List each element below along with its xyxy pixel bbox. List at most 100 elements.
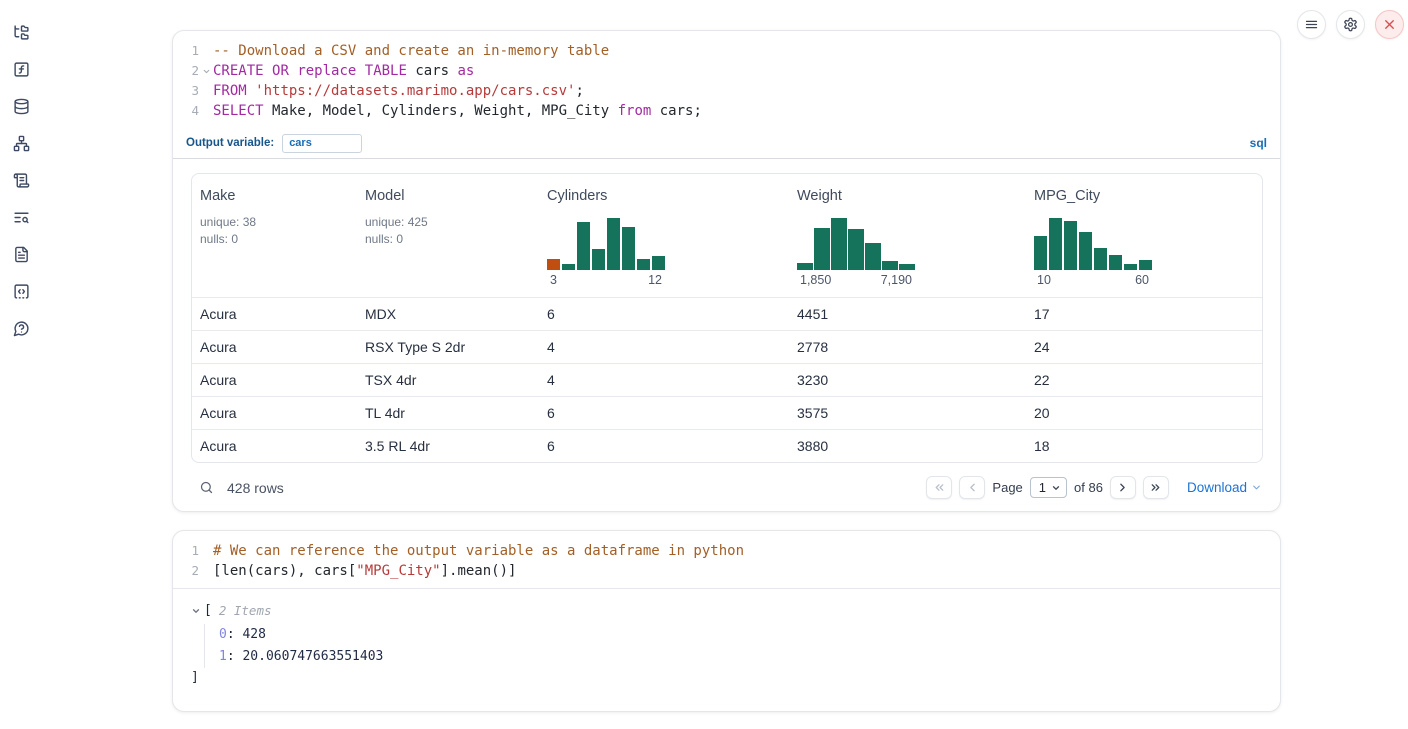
chevron-right-icon: [1116, 481, 1129, 494]
open-bracket: [: [204, 602, 212, 620]
histogram-bar: [607, 218, 620, 270]
python-code-editor[interactable]: 1# We can reference the output variable …: [173, 531, 1280, 588]
search-outline-icon[interactable]: [12, 208, 30, 226]
code-text: SELECT Make, Model, Cylinders, Weight, M…: [213, 101, 702, 121]
tree-entry-value: 428: [242, 627, 265, 642]
page-label: Page: [992, 480, 1022, 495]
column-histogram: 1,8507,190: [797, 218, 915, 287]
table-cell: 4: [539, 364, 789, 396]
table-row[interactable]: AcuraTL 4dr6357520: [192, 396, 1262, 429]
code-line[interactable]: 1-- Download a CSV and create an in-memo…: [173, 41, 1280, 61]
column-header-make[interactable]: Make unique: 38nulls: 0: [192, 174, 357, 297]
histogram-bar: [1064, 221, 1077, 270]
histogram-bar: [882, 261, 898, 270]
code-line[interactable]: 1# We can reference the output variable …: [173, 541, 1280, 561]
histogram-bar: [652, 256, 665, 270]
column-header-weight[interactable]: Weight1,8507,190: [789, 174, 1026, 297]
page-select-value: 1: [1039, 480, 1046, 495]
output-variable-input[interactable]: [282, 134, 362, 153]
table-cell: 6: [539, 430, 789, 462]
table-row[interactable]: Acura3.5 RL 4dr6388018: [192, 429, 1262, 462]
code-line[interactable]: 2[len(cars), cars["MPG_City"].mean()]: [173, 561, 1280, 581]
table-cell: 4: [539, 331, 789, 363]
table-header: Make unique: 38nulls: 0Modelunique: 425nu…: [192, 174, 1262, 297]
tree-entry: 1: 20.060747663551403: [219, 646, 1280, 668]
table-cell: 17: [1026, 298, 1262, 330]
table-cell: Acura: [192, 298, 357, 330]
topbar-actions: [1297, 10, 1404, 39]
column-header-cylinders[interactable]: Cylinders312: [539, 174, 789, 297]
first-page-button[interactable]: [926, 476, 952, 499]
help-icon[interactable]: [12, 319, 30, 337]
histogram-bar: [1034, 236, 1047, 270]
file-explorer-icon[interactable]: [12, 23, 30, 41]
documentation-icon[interactable]: [12, 245, 30, 263]
code-line[interactable]: 4SELECT Make, Model, Cylinders, Weight, …: [173, 101, 1280, 121]
last-page-button[interactable]: [1143, 476, 1169, 499]
page-select[interactable]: 1: [1030, 477, 1067, 498]
table-cell: 6: [539, 397, 789, 429]
next-page-button[interactable]: [1110, 476, 1136, 499]
language-badge: sql: [1250, 136, 1267, 150]
sql-cell: 1-- Download a CSV and create an in-memo…: [172, 30, 1281, 512]
table-footer: 428 rows Page 1 of 86 Download: [173, 463, 1280, 499]
table-cell: Acura: [192, 364, 357, 396]
histogram-axis-labels: 312: [547, 273, 665, 287]
logs-icon[interactable]: [12, 171, 30, 189]
histogram-bar: [577, 222, 590, 270]
row-count: 428 rows: [227, 480, 284, 496]
table-cell: 18: [1026, 430, 1262, 462]
fold-spacer: [199, 561, 213, 581]
search-icon[interactable]: [199, 480, 214, 495]
histogram-bar: [547, 259, 560, 270]
download-button[interactable]: Download: [1187, 480, 1262, 495]
column-header-mpg_city[interactable]: MPG_City1060: [1026, 174, 1262, 297]
column-title: Make: [200, 188, 349, 204]
table-cell: Acura: [192, 397, 357, 429]
close-icon: [1382, 17, 1397, 32]
histogram-bar: [1109, 255, 1122, 270]
table-cell: TL 4dr: [357, 397, 539, 429]
settings-button[interactable]: [1336, 10, 1365, 39]
collapse-chevron-icon[interactable]: [191, 606, 201, 616]
fold-spacer: [199, 541, 213, 561]
chevron-left-icon: [966, 481, 979, 494]
functions-icon[interactable]: [12, 60, 30, 78]
line-number: 3: [173, 81, 199, 101]
line-number: 1: [173, 41, 199, 61]
histogram-bar: [814, 228, 830, 270]
pagination: Page 1 of 86 Download: [926, 476, 1262, 499]
histogram-bar: [899, 264, 915, 270]
datasources-icon[interactable]: [12, 97, 30, 115]
page-total: of 86: [1074, 480, 1103, 495]
code-line[interactable]: 3FROM 'https://datasets.marimo.app/cars.…: [173, 81, 1280, 101]
histogram-bar: [831, 218, 847, 270]
table-cell: 3230: [789, 364, 1026, 396]
histogram-bar: [1049, 218, 1062, 270]
column-header-model[interactable]: Modelunique: 425nulls: 0: [357, 174, 539, 297]
tree-entry-index: 1: [219, 649, 227, 664]
table-row[interactable]: AcuraMDX6445117: [192, 297, 1262, 330]
table-row[interactable]: AcuraTSX 4dr4323022: [192, 363, 1262, 396]
table-cell: RSX Type S 2dr: [357, 331, 539, 363]
gear-icon: [1343, 17, 1358, 32]
sql-code-editor[interactable]: 1-- Download a CSV and create an in-memo…: [173, 31, 1280, 128]
prev-page-button[interactable]: [959, 476, 985, 499]
code-line[interactable]: 2CREATE OR replace TABLE cars as: [173, 61, 1280, 81]
table-cell: 24: [1026, 331, 1262, 363]
code-text: CREATE OR replace TABLE cars as: [213, 61, 474, 81]
histogram-bar: [622, 227, 635, 270]
histogram-axis-labels: 1060: [1034, 273, 1152, 287]
table-row[interactable]: AcuraRSX Type S 2dr4277824: [192, 330, 1262, 363]
histogram-bar: [1124, 264, 1137, 270]
shutdown-button[interactable]: [1375, 10, 1404, 39]
menu-button[interactable]: [1297, 10, 1326, 39]
table-body: AcuraMDX6445117AcuraRSX Type S 2dr427782…: [192, 297, 1262, 462]
snippets-icon[interactable]: [12, 282, 30, 300]
histogram-bar: [797, 263, 813, 270]
column-stats: unique: 38nulls: 0: [200, 214, 349, 248]
tree-root-row: [ 2 Items: [191, 602, 1280, 620]
fold-chevron-icon[interactable]: [199, 61, 213, 81]
dependency-graph-icon[interactable]: [12, 134, 30, 152]
table-cell: 2778: [789, 331, 1026, 363]
